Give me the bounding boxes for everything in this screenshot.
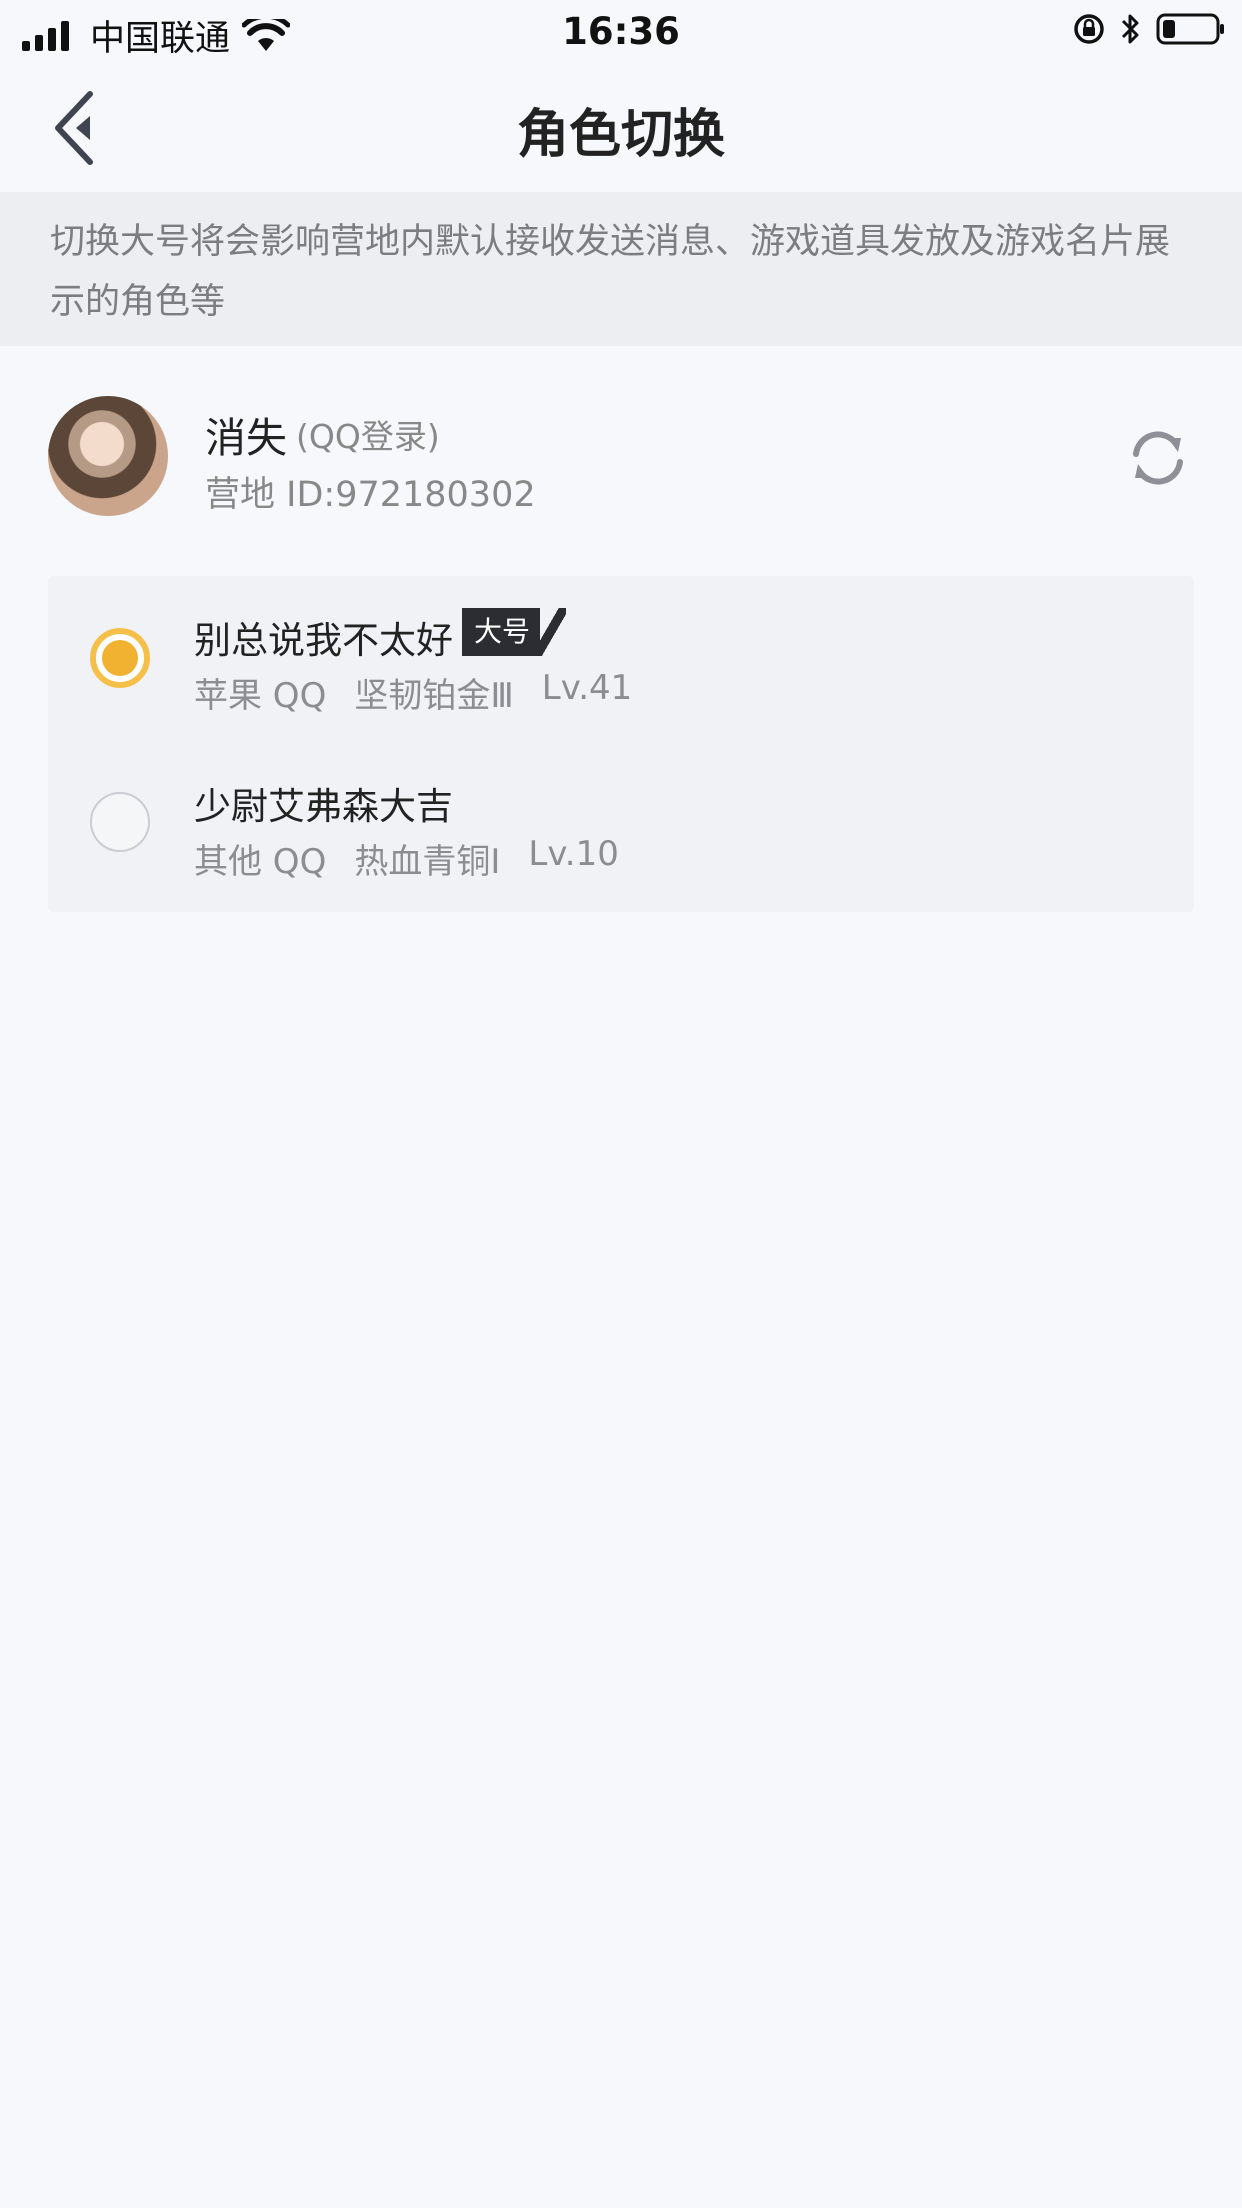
role-platform: 其他 QQ [194, 842, 327, 882]
status-right [1072, 12, 1226, 46]
battery-icon [1156, 13, 1224, 45]
role-option-1[interactable]: 别总说我不太好 大号 苹果 QQ 坚韧铂金Ⅲ Lv.41 [48, 576, 1194, 744]
role-option-2[interactable]: 少尉艾弗森大吉 其他 QQ 热血青铜Ⅰ Lv.10 [48, 744, 1194, 912]
login-type-label: (QQ登录) [296, 417, 440, 456]
role-rank: 坚韧铂金Ⅲ [354, 676, 514, 716]
nav-bar: 角色切换 [0, 64, 1242, 192]
role-level: Lv.41 [541, 668, 633, 708]
badge-slash-decoration [540, 608, 567, 656]
account-profile: 消失 (QQ登录) 营地 ID:972180302 [0, 346, 1242, 536]
avatar [48, 396, 168, 516]
status-bar: 中国联通 16:36 [0, 0, 1242, 64]
camp-id: 营地 ID:972180302 [205, 475, 536, 515]
refresh-button[interactable] [1126, 426, 1190, 490]
role-level: Lv.10 [528, 834, 619, 874]
badge-label: 大号 [462, 608, 541, 656]
radio-selected[interactable] [90, 628, 150, 688]
role-platform: 苹果 QQ [194, 676, 327, 716]
main-account-badge: 大号 [462, 608, 574, 656]
role-meta: 其他 QQ 热血青铜Ⅰ Lv.10 [194, 834, 619, 883]
role-list: 别总说我不太好 大号 苹果 QQ 坚韧铂金Ⅲ Lv.41 少尉艾弗森大吉 其他 … [48, 576, 1194, 912]
page-title: 角色切换 [516, 105, 725, 165]
radio-unselected[interactable] [90, 792, 150, 852]
notice-banner: 切换大号将会影响营地内默认接收发送消息、游戏道具发放及游戏名片展示的角色等 [0, 192, 1242, 346]
orientation-lock-icon [1074, 14, 1104, 44]
profile-name: 消失 [205, 414, 287, 462]
bluetooth-icon [1121, 14, 1139, 44]
role-name: 别总说我不太好 [194, 619, 453, 662]
status-time: 16:36 [562, 10, 680, 53]
refresh-icon [1133, 431, 1183, 485]
role-rank: 热血青铜Ⅰ [354, 842, 501, 882]
role-name: 少尉艾弗森大吉 [194, 785, 453, 828]
role-meta: 苹果 QQ 坚韧铂金Ⅲ Lv.41 [194, 668, 632, 717]
